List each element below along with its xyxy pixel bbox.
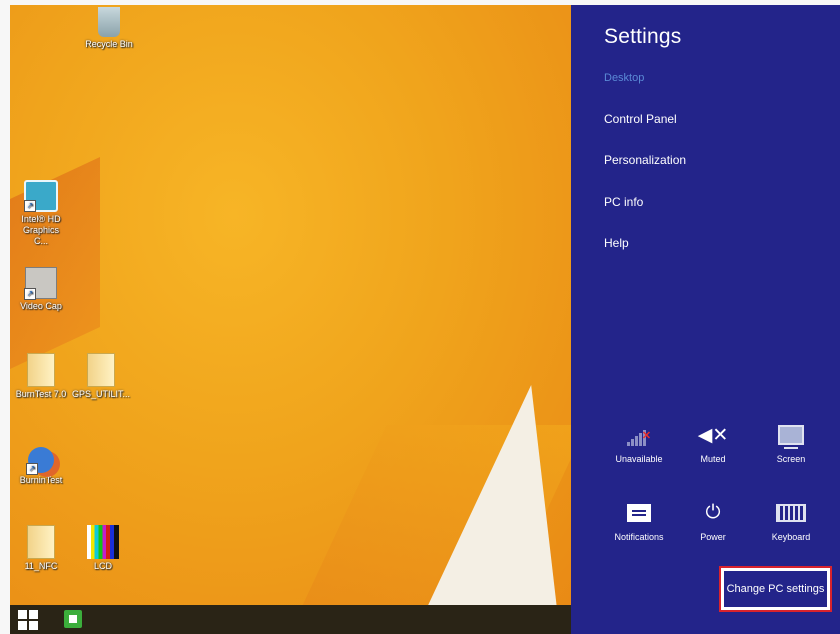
desktop-icon-label: BurninTest <box>19 475 63 485</box>
folder-icon <box>87 353 115 387</box>
settings-charm: Settings Desktop Control Panel Personali… <box>571 5 840 634</box>
change-pc-settings-link[interactable]: Change PC settings <box>719 566 832 612</box>
tile-label: Notifications <box>614 532 664 542</box>
keyboard-icon <box>754 500 828 526</box>
tile-label: Muted <box>700 454 726 464</box>
folder-icon <box>27 525 55 559</box>
power-icon: ⏻ <box>705 502 721 523</box>
tile-label: Screen <box>776 454 806 464</box>
wallpaper-shape <box>418 385 571 605</box>
desktop-icon-recycle-bin[interactable]: Recycle Bin <box>74 7 144 50</box>
menu-pc-info[interactable]: PC info <box>604 195 643 209</box>
desktop-icon-label: Video Cap <box>20 301 62 311</box>
desktop-icon-gps-utility[interactable]: GPS_UTILIT... <box>66 353 136 400</box>
windows-logo-icon[interactable] <box>18 610 38 630</box>
recycle-bin-icon <box>98 7 120 37</box>
folder-icon <box>27 353 55 387</box>
tile-label: Unavailable <box>615 454 663 464</box>
burnintest-icon: ↗ <box>26 447 54 475</box>
desktop-icon-label: LCD <box>93 561 112 571</box>
video-capture-icon: ↗ <box>24 267 57 300</box>
tile-network[interactable]: ✕ Unavailable <box>602 422 676 465</box>
settings-context: Desktop <box>604 72 645 84</box>
desktop-icon-nfc[interactable]: 11_NFC <box>10 525 76 572</box>
menu-help[interactable]: Help <box>604 236 629 250</box>
notifications-icon <box>602 500 676 526</box>
taskbar <box>10 605 571 634</box>
tile-label: Keyboard <box>771 532 811 542</box>
menu-personalization[interactable]: Personalization <box>604 153 686 167</box>
desktop[interactable]: Recycle Bin ↗ Intel® HD Graphics C... ↗ … <box>10 5 571 605</box>
desktop-icon-label: GPS_UTILIT... <box>71 389 131 399</box>
screen-icon <box>754 422 828 449</box>
lcd-test-icon <box>87 525 119 559</box>
menu-control-panel[interactable]: Control Panel <box>604 112 677 126</box>
desktop-icon-lcd[interactable]: LCD <box>68 525 138 572</box>
volume-muted-icon: ◀✕ <box>697 424 729 446</box>
tile-keyboard[interactable]: Keyboard <box>754 500 828 542</box>
intel-graphics-icon: ↗ <box>24 180 58 212</box>
settings-title: Settings <box>604 25 682 48</box>
desktop-icon-video-cap[interactable]: ↗ Video Cap <box>10 267 76 312</box>
tile-volume[interactable]: ◀✕ Muted <box>676 422 750 465</box>
desktop-icon-burnintest[interactable]: ↗ BurninTest <box>10 447 76 486</box>
desktop-icon-label: Intel® HD Graphics C... <box>21 214 61 246</box>
change-pc-settings-label: Change PC settings <box>724 571 827 607</box>
tile-screen[interactable]: Screen <box>754 422 828 464</box>
tile-power[interactable]: ⏻ Power <box>676 500 750 542</box>
network-unavailable-icon: ✕ <box>602 422 676 448</box>
tile-notifications[interactable]: Notifications <box>602 500 676 542</box>
tile-label: Power <box>700 532 726 542</box>
store-icon[interactable] <box>64 610 82 628</box>
desktop-icon-label: Recycle Bin <box>85 39 133 49</box>
screen: Recycle Bin ↗ Intel® HD Graphics C... ↗ … <box>10 5 840 634</box>
desktop-icon-intel-graphics[interactable]: ↗ Intel® HD Graphics C... <box>10 180 76 247</box>
desktop-icon-label: 11_NFC <box>24 561 58 571</box>
